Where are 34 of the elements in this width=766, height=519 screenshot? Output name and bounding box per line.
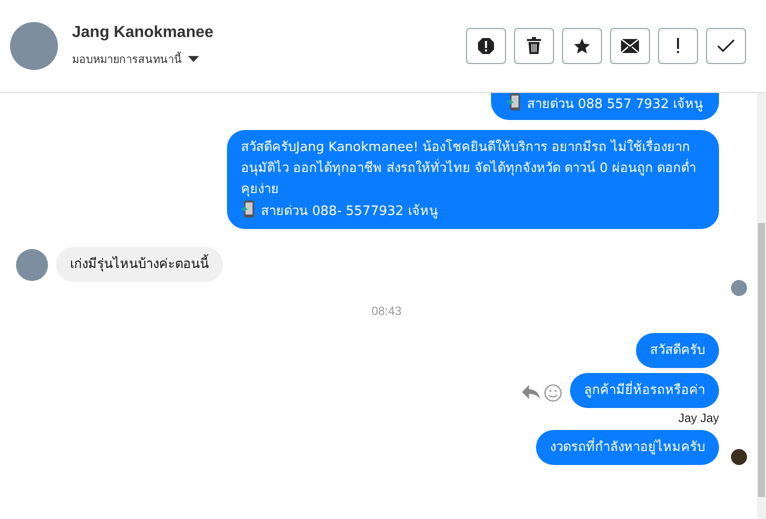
trash-button[interactable] — [514, 28, 554, 64]
sender-name: Jay Jay — [678, 411, 719, 425]
contact-name: Jang Kanokmanee — [72, 24, 214, 42]
message-text: สายด่วน 088 557 7932 เจ้หนู — [526, 97, 703, 112]
seen-avatar — [731, 280, 747, 296]
mail-icon — [620, 38, 640, 54]
reply-icon[interactable] — [522, 384, 540, 400]
caret-down-icon — [188, 56, 199, 62]
smiley-icon[interactable] — [544, 384, 562, 402]
check-button[interactable] — [706, 28, 746, 64]
assign-dropdown[interactable]: มอบหมายการสนทนานี้ — [72, 50, 199, 68]
alert-icon — [477, 37, 495, 55]
message-text: อนุมัติไว ออกได้ทุกอาชีพ ส่งรถให้ทั่วไทย จัดได้ทุกจังหวัด ดาวน์ 0 ผ่อนถูก ดอกต่ำ คุยง่าย — [241, 161, 696, 197]
timestamp: 08:43 — [371, 304, 402, 318]
trash-icon — [526, 37, 542, 55]
message-text: สวัสดีครับ — [650, 343, 705, 358]
star-icon — [573, 37, 591, 55]
message-bubble: เก่งมีรุ่นไหนบ้างค่ะตอนนี้ — [56, 247, 223, 282]
message-text: ลูกค้ามียี่ห้อรถหรือค่า — [584, 383, 705, 398]
seen-avatar — [731, 449, 747, 465]
contact-avatar — [10, 22, 58, 70]
star-button[interactable] — [562, 28, 602, 64]
exclamation-button[interactable] — [658, 28, 698, 64]
scrollbar[interactable] — [757, 93, 766, 519]
alert-button[interactable] — [466, 28, 506, 64]
contact-avatar — [16, 248, 48, 280]
message-text: สวัสดีครับJang Kanokmanee! น้องโชคยินดีให้บริการ อยากมีรถ ไม่ใช้เรื่องยาก — [241, 140, 690, 155]
mail-button[interactable] — [610, 28, 650, 64]
exclamation-icon — [676, 38, 680, 54]
message-text: งวดรถที่กำลังหาอยู่ไหมครับ — [550, 440, 705, 455]
check-icon — [717, 39, 735, 53]
message-text: สายด่วน 088- 5577932 เจ้หนู — [261, 204, 438, 219]
phone-icon — [506, 93, 521, 111]
phone-icon — [241, 200, 255, 218]
